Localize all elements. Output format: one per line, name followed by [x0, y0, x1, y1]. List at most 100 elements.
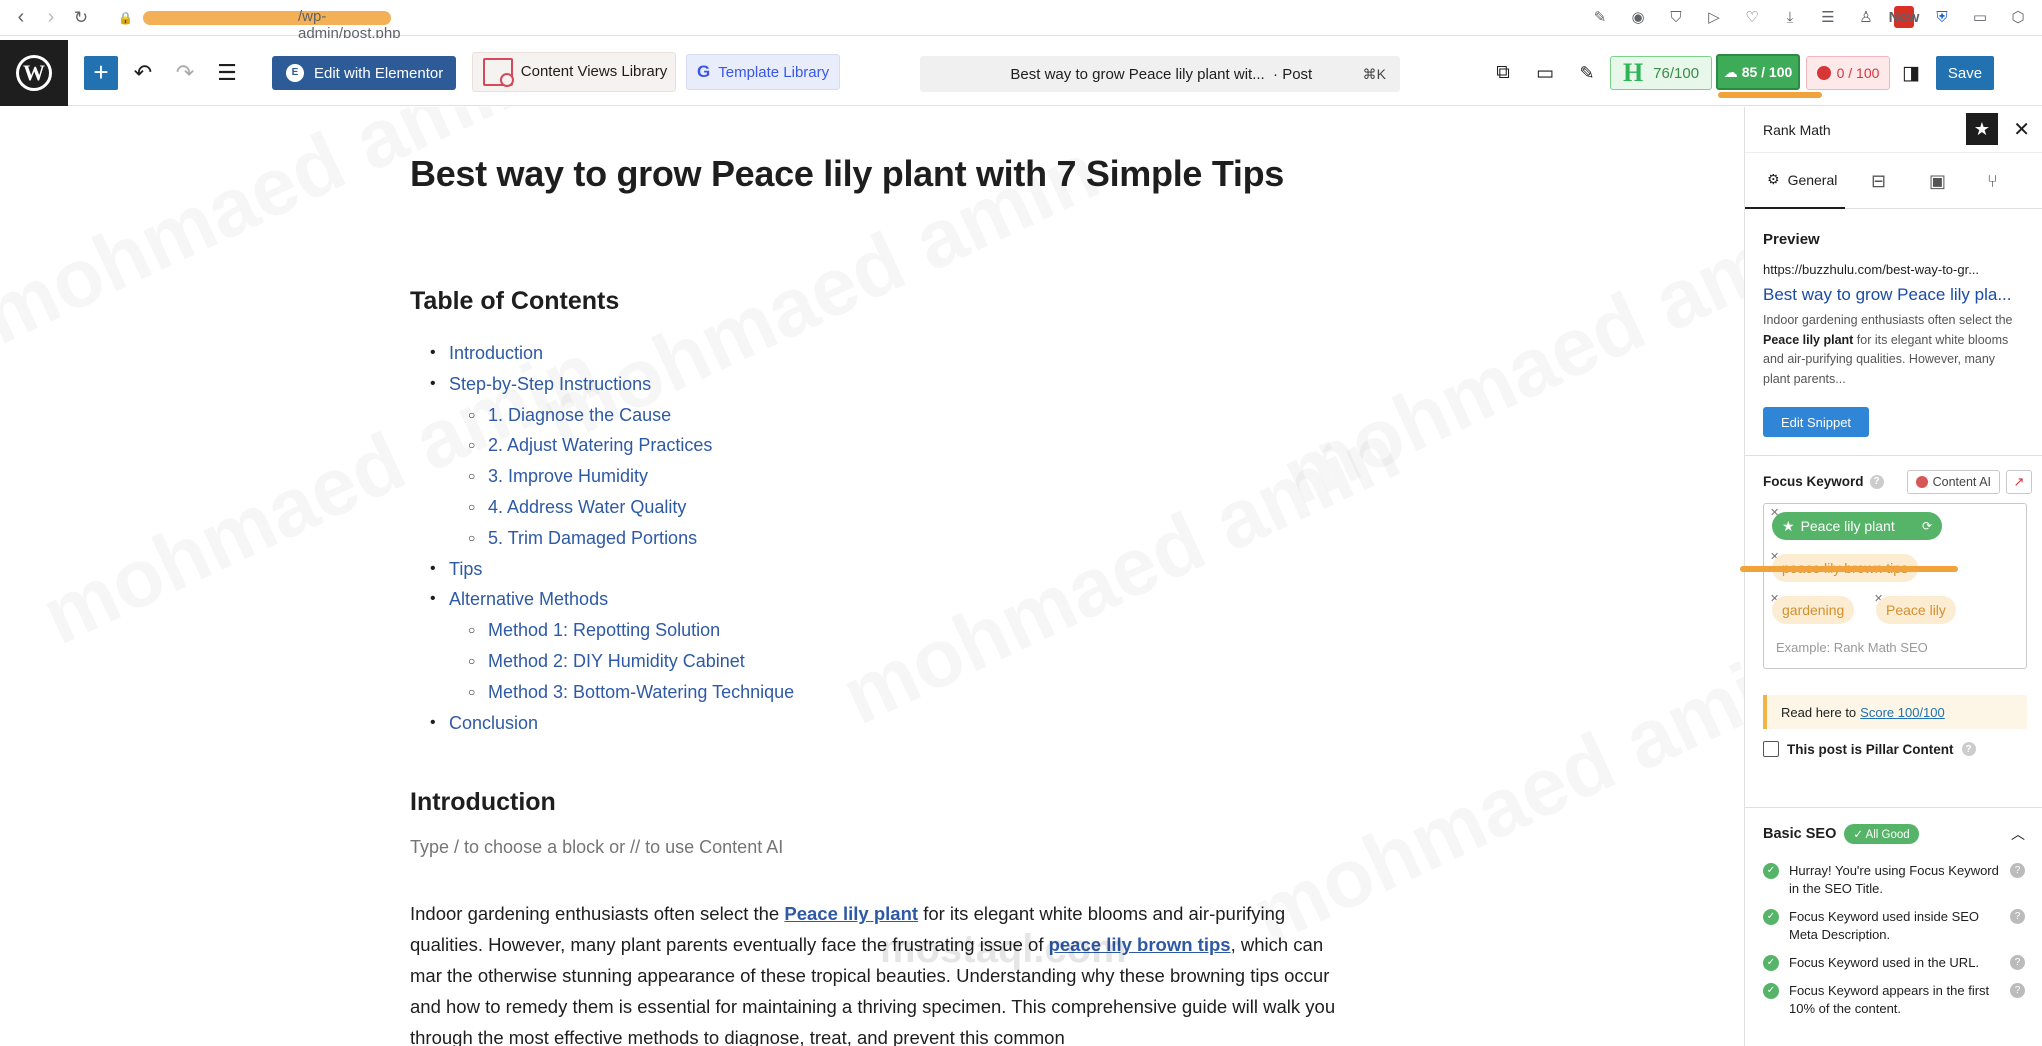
browser-bar: ‹ › ↻ 🔒 /wp-admin/post.php ✎ ◉ ⛉ ▷ ♡ ⤓ ☰… [0, 0, 2042, 42]
toc-item[interactable]: Introduction [410, 338, 1340, 369]
save-button[interactable]: Save [1936, 56, 1994, 90]
annotation-underline-score [1718, 92, 1822, 98]
document-bar[interactable]: Best way to grow Peace lily plant wit...… [920, 56, 1400, 92]
schema-icon[interactable]: ⑂ [1987, 171, 1998, 192]
sidebar-toggle-icon[interactable]: ◨ [1894, 56, 1928, 90]
chevron-up-icon[interactable]: ︿ [2011, 824, 2025, 844]
content-ai-button[interactable]: Content AI [1906, 470, 2000, 494]
shield-icon[interactable]: ⛉ [1666, 6, 1686, 28]
intro-heading[interactable]: Introduction [410, 788, 1340, 817]
elementor-icon: E [286, 64, 304, 82]
preview-url: https://buzzhulu.com/best-way-to-gr... [1763, 262, 1980, 277]
pillar-checkbox[interactable] [1763, 741, 1779, 757]
keyword-tag[interactable]: Peace lily [1876, 596, 1956, 624]
toc-subitem[interactable]: 5. Trim Damaged Portions [410, 523, 1340, 554]
toc-item[interactable]: Step-by-Step Instructions [410, 369, 1340, 400]
help-icon[interactable]: ? [2010, 909, 2025, 924]
pillar-content-option[interactable]: This post is Pillar Content ? [1763, 741, 2024, 757]
sidebar-title: Rank Math [1763, 121, 1831, 138]
add-block-button[interactable]: + [84, 56, 118, 90]
play-icon[interactable]: ▷ [1704, 6, 1724, 28]
forward-icon[interactable]: › [36, 3, 66, 33]
help-icon[interactable]: ? [1869, 474, 1884, 489]
help-icon[interactable]: ? [2010, 955, 2025, 970]
basic-seo-header[interactable]: Basic SEO ✓ All Good [1763, 824, 2025, 844]
trends-icon[interactable]: ↗ [2006, 470, 2032, 494]
device-preview-icon[interactable]: ▭ [1528, 56, 1562, 90]
toc-heading[interactable]: Table of Contents [410, 287, 1340, 316]
extension-new-badge[interactable]: New [1889, 6, 1919, 28]
table-of-contents: Introduction Step-by-Step Instructions 1… [410, 338, 1340, 738]
browser-extension-icons: ✎ ◉ ⛉ ▷ ♡ ⤓ ☰ ♙ New ⛨ ▭ ⬡ [1590, 6, 2028, 28]
toc-item[interactable]: Alternative Methods [410, 584, 1340, 615]
help-icon[interactable]: ? [1961, 742, 1976, 756]
redo-icon[interactable]: ↷ [168, 56, 202, 90]
content-views-icon [483, 58, 514, 87]
sidebar-header: Rank Math ★ ✕ [1745, 107, 2042, 153]
preview-section: Preview https://buzzhulu.com/best-way-to… [1745, 209, 2042, 456]
focus-keyword-label: Focus Keyword [1763, 474, 1864, 489]
preview-title[interactable]: Best way to grow Peace lily pla... [1763, 285, 2024, 305]
post-content: Best way to grow Peace lily plant with 7… [410, 153, 1340, 1046]
wordpress-logo[interactable]: W [0, 40, 68, 106]
address-bar[interactable]: 🔒 /wp-admin/post.php [118, 6, 401, 42]
all-good-badge: ✓ All Good [1844, 824, 1919, 844]
score-link[interactable]: Score 100/100 [1860, 705, 1945, 720]
content-score-icon [1816, 66, 1831, 80]
toc-subitem[interactable]: Method 2: DIY Humidity Cabinet [410, 646, 1340, 677]
profile-icon[interactable]: ♙ [1856, 6, 1876, 28]
edit-with-elementor-button[interactable]: E Edit with Elementor [272, 56, 456, 90]
headline-score-icon: H [1622, 58, 1644, 87]
block-placeholder[interactable]: Type / to choose a block or // to use Co… [410, 837, 1340, 858]
download-icon[interactable]: ⤓ [1780, 6, 1800, 28]
seo-check-item: ✓ Focus Keyword appears in the first 10% … [1763, 982, 2025, 1018]
basic-seo-panel: Basic SEO ✓ All Good ︿ ✓ Hurray! You're u… [1745, 807, 2042, 1044]
command-shortcut: ⌘K [1362, 65, 1386, 82]
undo-icon[interactable]: ↶ [126, 56, 160, 90]
focus-keyword-input[interactable]: ✕ ★ Peace lily plant ⟳ ✕ peace lily brow… [1763, 503, 2027, 669]
keyword-tag[interactable]: gardening [1772, 596, 1855, 624]
back-icon[interactable]: ‹ [6, 3, 36, 33]
toc-subitem[interactable]: 4. Address Water Quality [410, 492, 1340, 523]
external-view-icon[interactable]: ⧉ [1486, 56, 1520, 90]
annotation-underline-keyword [1740, 566, 1958, 572]
window-icon[interactable]: ▭ [1970, 6, 1990, 28]
toc-subitem[interactable]: 3. Improve Humidity [410, 461, 1340, 492]
toc-subitem[interactable]: 2. Adjust Watering Practices [410, 430, 1340, 461]
rank-math-score-button[interactable]: ☁ 85 / 100 [1716, 54, 1800, 90]
primary-keyword-tag[interactable]: ★ Peace lily plant ⟳ [1772, 512, 1942, 540]
check-icon: ✓ [1763, 909, 1779, 925]
toc-subitem[interactable]: Method 3: Bottom-Watering Technique [410, 677, 1340, 708]
content-views-library-button[interactable]: Content Views Library [472, 52, 676, 92]
sidebar-tabs: ⚙ General ⊟ ▣ ⑂ [1745, 153, 2042, 209]
peace-lily-link[interactable]: Peace lily plant [784, 903, 918, 924]
headline-score-button[interactable]: H 76/100 [1610, 56, 1712, 90]
bitwarden-icon[interactable]: ⛨ [1932, 6, 1952, 28]
star-icon[interactable]: ★ [1966, 113, 1998, 145]
briefcase-icon[interactable]: ⊟ [1871, 171, 1886, 192]
refresh-icon: ⟳ [1921, 519, 1932, 533]
camera-icon[interactable]: ◉ [1628, 6, 1648, 28]
reload-icon[interactable]: ↻ [66, 3, 96, 33]
edit-icon[interactable]: ✎ [1590, 6, 1610, 28]
tab-general[interactable]: ⚙ General [1745, 153, 1845, 209]
toc-item[interactable]: Tips [410, 554, 1340, 585]
toc-item[interactable]: Conclusion [410, 708, 1340, 739]
cube-icon[interactable]: ⬡ [2008, 6, 2028, 28]
help-icon[interactable]: ? [2010, 863, 2025, 878]
document-overview-icon[interactable]: ☰ [210, 56, 244, 90]
content-score-button[interactable]: 0 / 100 [1806, 56, 1890, 90]
preview-description: Indoor gardening enthusiasts often selec… [1763, 311, 2025, 389]
social-icon[interactable]: ▣ [1929, 171, 1946, 192]
edit-snippet-button[interactable]: Edit Snippet [1763, 407, 1869, 437]
intro-paragraph[interactable]: Indoor gardening enthusiasts often selec… [410, 898, 1340, 1046]
notes-icon[interactable]: ✎ [1570, 56, 1604, 90]
help-icon[interactable]: ? [2010, 983, 2025, 998]
toc-subitem[interactable]: Method 1: Repotting Solution [410, 615, 1340, 646]
heart-icon[interactable]: ♡ [1742, 6, 1762, 28]
post-title[interactable]: Best way to grow Peace lily plant with 7… [410, 153, 1340, 195]
toc-subitem[interactable]: 1. Diagnose the Cause [410, 400, 1340, 431]
close-icon[interactable]: ✕ [2013, 117, 2030, 142]
list-icon[interactable]: ☰ [1818, 6, 1838, 28]
template-library-button[interactable]: G Template Library [686, 54, 840, 90]
